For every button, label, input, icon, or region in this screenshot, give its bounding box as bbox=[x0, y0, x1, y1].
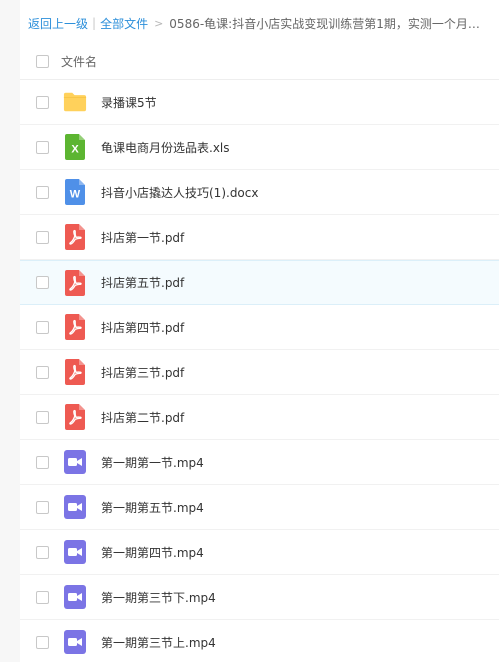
file-row[interactable]: 第一期第四节.mp4 bbox=[20, 530, 499, 575]
svg-text:W: W bbox=[70, 189, 81, 201]
row-checkbox[interactable] bbox=[36, 140, 49, 154]
file-row[interactable]: 录播课5节 bbox=[20, 80, 499, 125]
chevron-right-icon: > bbox=[154, 16, 164, 30]
row-checkbox[interactable] bbox=[36, 545, 49, 559]
file-browser-panel: 返回上一级 | 全部文件 > 0586-龟课:抖音小店实战变现训练营第1期，实测… bbox=[20, 0, 499, 662]
column-header-filename[interactable]: 文件名 bbox=[61, 53, 97, 70]
folder-icon[interactable] bbox=[63, 89, 87, 115]
row-checkbox[interactable] bbox=[36, 320, 49, 334]
row-checkbox[interactable] bbox=[36, 276, 49, 289]
row-checkbox[interactable] bbox=[36, 410, 49, 424]
excel-file-icon[interactable]: X bbox=[63, 134, 87, 160]
row-checkbox[interactable] bbox=[36, 365, 49, 379]
row-checkbox[interactable] bbox=[36, 500, 49, 514]
current-folder-name: 0586-龟课:抖音小店实战变现训练营第1期，实测一个月的收... bbox=[169, 16, 490, 31]
select-all-checkbox[interactable] bbox=[36, 55, 49, 68]
file-name-link[interactable]: 抖店第三节.pdf bbox=[101, 364, 184, 381]
file-row[interactable]: 抖店第四节.pdf bbox=[20, 305, 499, 350]
pdf-file-icon[interactable] bbox=[63, 359, 87, 385]
file-name-link[interactable]: 抖店第一节.pdf bbox=[101, 229, 184, 246]
video-file-icon[interactable] bbox=[63, 539, 87, 565]
file-row[interactable]: 抖店第一节.pdf bbox=[20, 215, 499, 260]
svg-text:X: X bbox=[71, 144, 79, 156]
row-checkbox[interactable] bbox=[36, 455, 49, 469]
row-checkbox[interactable] bbox=[36, 230, 49, 244]
file-name-link[interactable]: 抖店第二节.pdf bbox=[101, 409, 184, 426]
file-name-link[interactable]: 抖店第五节.pdf bbox=[101, 274, 184, 291]
row-checkbox[interactable] bbox=[36, 590, 49, 604]
pdf-file-icon[interactable] bbox=[63, 269, 87, 296]
file-name-link[interactable]: 第一期第四节.mp4 bbox=[101, 544, 204, 561]
row-checkbox[interactable] bbox=[36, 95, 49, 109]
row-checkbox[interactable] bbox=[36, 185, 49, 199]
list-header: 文件名 bbox=[20, 44, 499, 80]
file-name-link[interactable]: 第一期第三节上.mp4 bbox=[101, 634, 216, 651]
video-file-icon[interactable] bbox=[63, 449, 87, 475]
file-row[interactable]: 第一期第一节.mp4 bbox=[20, 440, 499, 485]
word-file-icon[interactable]: W bbox=[63, 179, 87, 205]
file-list: 录播课5节 X 龟课电商月份选品表.xls W 抖音小店撬达人技巧(1).docx 抖店第… bbox=[20, 80, 499, 662]
video-file-icon[interactable] bbox=[63, 584, 87, 610]
pdf-file-icon[interactable] bbox=[63, 404, 87, 430]
file-row[interactable]: 第一期第五节.mp4 bbox=[20, 485, 499, 530]
back-link[interactable]: 返回上一级 bbox=[28, 15, 88, 32]
file-name-link[interactable]: 第一期第五节.mp4 bbox=[101, 499, 204, 516]
file-row[interactable]: 抖店第三节.pdf bbox=[20, 350, 499, 395]
file-row[interactable]: 第一期第三节下.mp4 bbox=[20, 575, 499, 620]
file-row[interactable]: W 抖音小店撬达人技巧(1).docx bbox=[20, 170, 499, 215]
video-file-icon[interactable] bbox=[63, 629, 87, 655]
file-row[interactable]: 抖店第二节.pdf bbox=[20, 395, 499, 440]
file-row[interactable]: 抖店第五节.pdf bbox=[20, 260, 499, 305]
all-files-link[interactable]: 全部文件 bbox=[100, 15, 148, 32]
file-row[interactable]: X 龟课电商月份选品表.xls bbox=[20, 125, 499, 170]
file-name-link[interactable]: 抖音小店撬达人技巧(1).docx bbox=[101, 184, 258, 201]
video-file-icon[interactable] bbox=[63, 494, 87, 520]
breadcrumb: 返回上一级 | 全部文件 > 0586-龟课:抖音小店实战变现训练营第1期，实测… bbox=[28, 8, 499, 38]
row-checkbox[interactable] bbox=[36, 635, 49, 649]
file-name-link[interactable]: 第一期第一节.mp4 bbox=[101, 454, 204, 471]
pdf-file-icon[interactable] bbox=[63, 224, 87, 250]
file-name-link[interactable]: 录播课5节 bbox=[101, 94, 157, 111]
breadcrumb-separator: | bbox=[92, 16, 97, 30]
file-name-link[interactable]: 抖店第四节.pdf bbox=[101, 319, 184, 336]
file-name-link[interactable]: 龟课电商月份选品表.xls bbox=[101, 139, 230, 156]
file-row[interactable]: 第一期第三节上.mp4 bbox=[20, 620, 499, 662]
pdf-file-icon[interactable] bbox=[63, 314, 87, 340]
file-name-link[interactable]: 第一期第三节下.mp4 bbox=[101, 589, 216, 606]
